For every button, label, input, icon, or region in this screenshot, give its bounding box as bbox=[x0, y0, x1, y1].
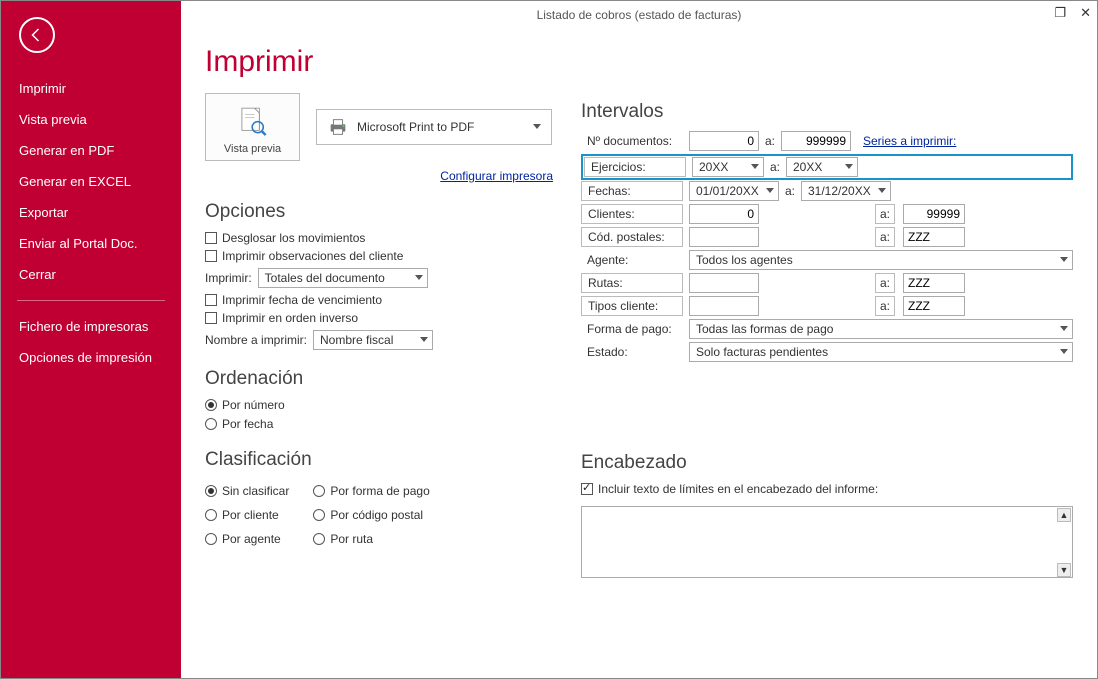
clientes-from[interactable] bbox=[689, 204, 759, 224]
chevron-down-icon bbox=[533, 124, 541, 133]
chevron-down-icon bbox=[415, 275, 423, 284]
page-heading: Imprimir bbox=[205, 45, 1073, 79]
chevron-down-icon bbox=[1060, 326, 1068, 335]
menu-excel[interactable]: Generar en EXCEL bbox=[1, 166, 181, 197]
chevron-down-icon bbox=[751, 164, 759, 173]
menu-fichero-impresoras[interactable]: Fichero de impresoras bbox=[1, 311, 181, 342]
ejercicios-row-highlight: Ejercicios: 20XX a: 20XX bbox=[581, 154, 1073, 180]
rutas-label: Rutas: bbox=[581, 273, 683, 293]
rutas-to[interactable] bbox=[903, 273, 965, 293]
clientes-label: Clientes: bbox=[581, 204, 683, 224]
estado-select[interactable]: Solo facturas pendientes bbox=[689, 342, 1073, 362]
estado-label: Estado: bbox=[581, 342, 683, 362]
fp-label: Forma de pago: bbox=[581, 319, 683, 339]
back-button[interactable] bbox=[19, 17, 55, 53]
fechas-to[interactable]: 31/12/20XX bbox=[801, 181, 891, 201]
fechas-from[interactable]: 01/01/20XX bbox=[689, 181, 779, 201]
imprimir-select[interactable]: Totales del documento bbox=[258, 268, 428, 288]
docs-from[interactable] bbox=[689, 131, 759, 151]
preview-icon bbox=[234, 105, 272, 143]
menu-portal[interactable]: Enviar al Portal Doc. bbox=[1, 228, 181, 259]
cp-from[interactable] bbox=[689, 227, 759, 247]
fp-select[interactable]: Todas las formas de pago bbox=[689, 319, 1073, 339]
menu-cerrar[interactable]: Cerrar bbox=[1, 259, 181, 290]
chk-encabezado[interactable] bbox=[581, 483, 593, 495]
radio-por-cliente[interactable] bbox=[205, 509, 217, 521]
rutas-from[interactable] bbox=[689, 273, 759, 293]
printer-select[interactable]: Microsoft Print to PDF bbox=[316, 109, 552, 145]
chevron-down-icon bbox=[1060, 349, 1068, 358]
imprimir-label: Imprimir: bbox=[205, 271, 252, 285]
chevron-down-icon bbox=[1060, 257, 1068, 266]
printer-name: Microsoft Print to PDF bbox=[357, 120, 474, 134]
nombre-label: Nombre a imprimir: bbox=[205, 333, 307, 347]
docs-to[interactable] bbox=[781, 131, 851, 151]
encab-heading: Encabezado bbox=[581, 452, 1073, 474]
menu-vista-previa[interactable]: Vista previa bbox=[1, 104, 181, 135]
radio-sin-clasif[interactable] bbox=[205, 485, 217, 497]
chk-inverso[interactable] bbox=[205, 312, 217, 324]
close-button[interactable]: ✕ bbox=[1080, 6, 1091, 19]
tipos-to[interactable] bbox=[903, 296, 965, 316]
radio-por-fecha[interactable] bbox=[205, 418, 217, 430]
chevron-down-icon bbox=[845, 164, 853, 173]
menu-pdf[interactable]: Generar en PDF bbox=[1, 135, 181, 166]
restore-button[interactable]: ❐ bbox=[1054, 6, 1066, 19]
scroll-down[interactable]: ▼ bbox=[1057, 563, 1071, 577]
preview-button[interactable]: Vista previa bbox=[205, 93, 300, 161]
chevron-down-icon bbox=[766, 188, 774, 197]
docs-label: Nº documentos: bbox=[581, 131, 683, 151]
menu-opciones-impresion[interactable]: Opciones de impresión bbox=[1, 342, 181, 373]
encab-text[interactable] bbox=[581, 506, 1073, 578]
radio-por-numero[interactable] bbox=[205, 399, 217, 411]
scroll-up[interactable]: ▲ bbox=[1057, 508, 1071, 522]
cp-to[interactable] bbox=[903, 227, 965, 247]
fechas-label: Fechas: bbox=[581, 181, 683, 201]
radio-por-ruta[interactable] bbox=[313, 533, 325, 545]
printer-icon bbox=[327, 116, 349, 138]
radio-por-agente[interactable] bbox=[205, 533, 217, 545]
ejer-to[interactable]: 20XX bbox=[786, 157, 858, 177]
series-link[interactable]: Series a imprimir: bbox=[863, 134, 956, 148]
menu-exportar[interactable]: Exportar bbox=[1, 197, 181, 228]
menu-imprimir[interactable]: Imprimir bbox=[1, 73, 181, 104]
radio-por-fp[interactable] bbox=[313, 485, 325, 497]
chevron-down-icon bbox=[420, 337, 428, 346]
ejer-from[interactable]: 20XX bbox=[692, 157, 764, 177]
intervalos-heading: Intervalos bbox=[581, 101, 1073, 123]
window-title: Listado de cobros (estado de facturas) bbox=[537, 8, 742, 22]
tipos-from[interactable] bbox=[689, 296, 759, 316]
cp-label: Cód. postales: bbox=[581, 227, 683, 247]
config-printer-link[interactable]: Configurar impresora bbox=[205, 169, 553, 183]
preview-label: Vista previa bbox=[224, 143, 281, 155]
tipos-label: Tipos cliente: bbox=[581, 296, 683, 316]
agente-select[interactable]: Todos los agentes bbox=[689, 250, 1073, 270]
radio-por-cp[interactable] bbox=[313, 509, 325, 521]
agente-label: Agente: bbox=[581, 250, 683, 270]
chk-desglosar[interactable] bbox=[205, 232, 217, 244]
chk-vencimiento[interactable] bbox=[205, 294, 217, 306]
chevron-down-icon bbox=[878, 188, 886, 197]
chk-observaciones[interactable] bbox=[205, 250, 217, 262]
ejer-label: Ejercicios: bbox=[584, 157, 686, 177]
clientes-to[interactable] bbox=[903, 204, 965, 224]
nombre-select[interactable]: Nombre fiscal bbox=[313, 330, 433, 350]
